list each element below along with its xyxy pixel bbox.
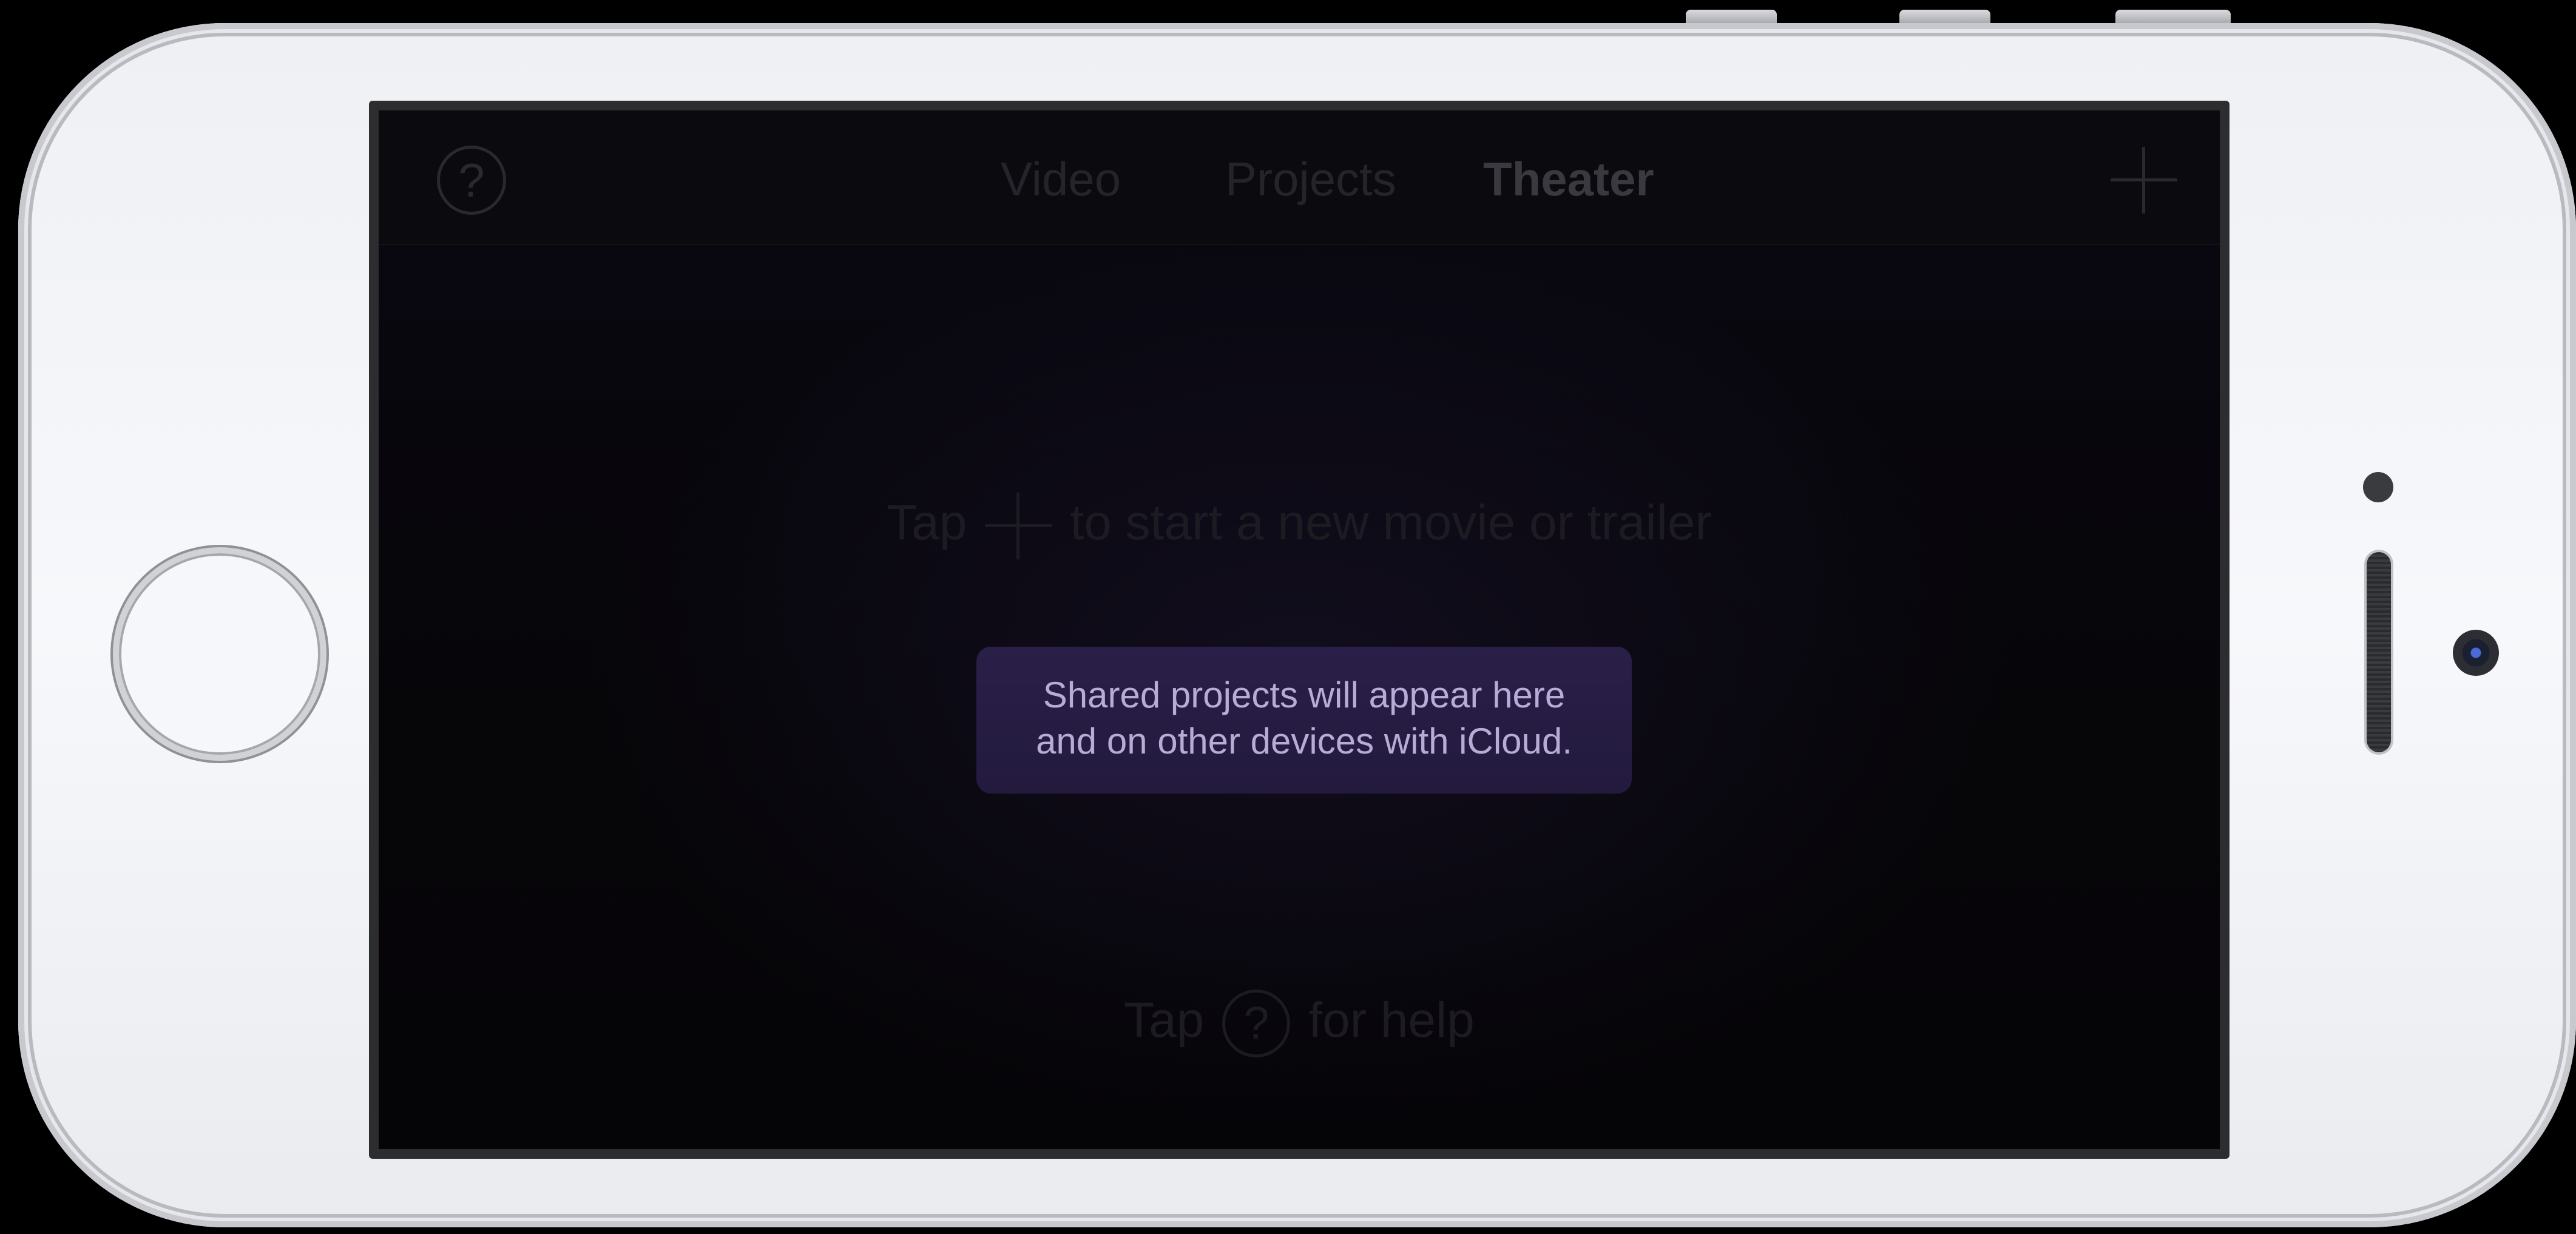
app-screen: ? Video Projects Theater Tap to start a n… [369, 101, 2229, 1159]
tab-projects[interactable]: Projects [1225, 146, 1396, 212]
proximity-sensor [2363, 472, 2393, 502]
tab-bar: Video Projects Theater [379, 146, 2220, 212]
help-hint-prefix: Tap [1124, 993, 1205, 1048]
icloud-info-bubble: Shared projects will appear here and on … [976, 647, 1632, 794]
icloud-message-line-1: Shared projects will appear here [1043, 675, 1566, 715]
navigation-bar: ? Video Projects Theater [379, 110, 2220, 245]
tab-video[interactable]: Video [1001, 146, 1121, 212]
home-button[interactable] [113, 547, 326, 761]
earpiece-speaker [2367, 552, 2391, 752]
help-hint-suffix: for help [1308, 993, 1475, 1048]
help-hint: Tap? for help [379, 984, 2220, 1058]
front-camera-icon [2453, 630, 2499, 676]
volume-button [1686, 10, 1777, 23]
question-circle-icon: ? [1222, 990, 1291, 1058]
icloud-message-line-2: and on other devices with iCloud. [1036, 721, 1572, 761]
hint-prefix: Tap [887, 495, 967, 550]
hint-suffix: to start a new movie or trailer [1070, 495, 1712, 550]
mute-switch [2115, 10, 2231, 23]
tab-theater[interactable]: Theater [1483, 146, 1654, 212]
volume-button [1899, 10, 1990, 23]
add-project-button[interactable] [2111, 147, 2177, 214]
stage: ? Video Projects Theater Tap to start a n… [0, 0, 2576, 1234]
plus-icon [985, 493, 1052, 560]
new-project-hint: Tap to start a new movie or trailer [379, 487, 2220, 560]
